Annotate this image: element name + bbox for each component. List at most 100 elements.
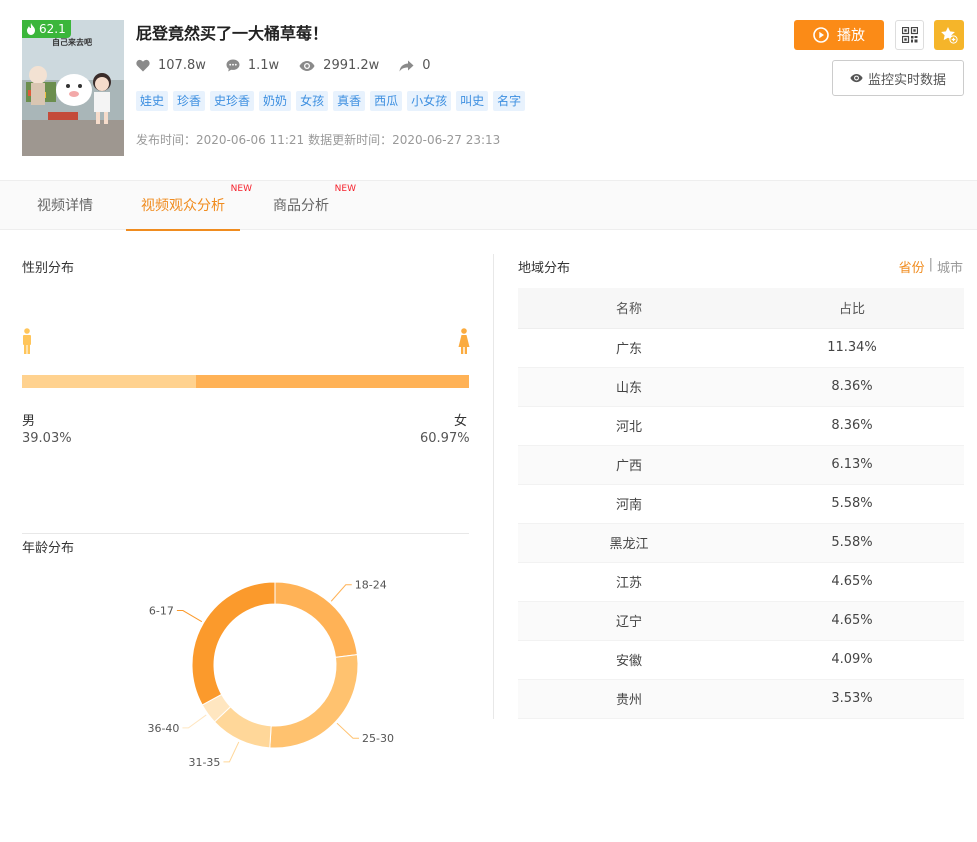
male-icon	[23, 328, 31, 354]
monitor-label: 监控实时数据	[867, 72, 946, 88]
tab-video-detail[interactable]: 视频详情	[22, 181, 108, 231]
video-thumbnail[interactable]: 62.1 自己来去吧	[22, 20, 124, 156]
flame-icon	[27, 23, 35, 35]
donut-label-line	[176, 610, 203, 623]
views-stat: 2991.2w	[299, 58, 379, 73]
views-count: 2991.2w	[323, 58, 380, 73]
male-percent: 39.03%	[22, 431, 72, 446]
tag-item[interactable]: 小女孩	[407, 91, 452, 111]
donut-label-line	[182, 714, 207, 729]
thumbnail-caption: 自己来去吧	[52, 38, 92, 47]
region-name: 黑龙江	[518, 523, 740, 563]
table-row: 广东 11.34%	[518, 328, 964, 368]
star-add-icon	[941, 27, 958, 44]
table-row: 安徽 4.09%	[518, 640, 964, 680]
toggle-separator: |	[928, 257, 933, 272]
shares-count: 0	[422, 58, 431, 73]
donut-label: 31-35	[188, 756, 220, 769]
region-name: 山东	[518, 367, 740, 407]
qr-code-icon	[901, 27, 918, 43]
table-row: 山东 8.36%	[518, 367, 964, 407]
tag-item[interactable]: 奶奶	[259, 91, 292, 111]
video-header: 62.1 自己来去吧 屁登竟然买了一大桶草莓！ 107.8w 1.1w 2991…	[0, 0, 977, 180]
favorite-button[interactable]	[934, 20, 964, 50]
table-row: 江苏 4.65%	[518, 562, 964, 602]
age-section-title: 年龄分布	[22, 541, 75, 556]
toggle-city[interactable]: 城市	[937, 257, 963, 276]
region-name: 贵州	[518, 679, 740, 719]
video-stats: 107.8w 1.1w 2991.2w 0	[136, 58, 431, 73]
region-name: 广东	[518, 328, 740, 368]
qr-code-button[interactable]	[895, 20, 924, 50]
tag-item[interactable]: 珍香	[173, 91, 206, 111]
monitor-realtime-button[interactable]: 监控实时数据	[832, 60, 964, 96]
table-row: 贵州 3.53%	[518, 679, 964, 719]
comments-stat: 1.1w	[226, 58, 279, 73]
table-row: 黑龙江 5.58%	[518, 523, 964, 563]
region-share: 8.36%	[740, 367, 964, 407]
score-badge: 62.1	[22, 20, 71, 38]
region-name: 辽宁	[518, 601, 740, 641]
tab-product-analysis[interactable]: 商品分析 NEW	[258, 181, 356, 231]
comment-icon	[226, 59, 240, 72]
female-icon	[458, 328, 470, 354]
comments-count: 1.1w	[247, 58, 280, 73]
region-share: 8.36%	[740, 406, 964, 446]
tag-list: 娃史 珍香 史珍香 奶奶 女孩 真香 西瓜 小女孩 叫史 名字	[136, 91, 526, 111]
tag-item[interactable]: 真香	[333, 91, 366, 111]
donut-slice-25-30[interactable]	[269, 654, 359, 749]
region-section-title: 地域分布	[518, 261, 571, 276]
publish-info: 发布时间：2020-06-06 11:21 数据更新时间：2020-06-27 2…	[136, 131, 500, 148]
tag-item[interactable]: 史珍香	[210, 91, 255, 111]
table-row: 河北 8.36%	[518, 406, 964, 446]
region-share: 3.53%	[740, 679, 964, 719]
donut-label: 18-24	[355, 579, 387, 592]
heart-icon	[136, 59, 150, 72]
eye-icon	[850, 73, 863, 83]
share-arrow-icon	[399, 60, 414, 71]
table-row: 广西 6.13%	[518, 445, 964, 485]
score-value: 62.1	[39, 22, 66, 36]
column-header-name: 名称	[518, 288, 740, 329]
region-table: 名称 占比 广东 11.34% 山东 8.36% 河北 8.36% 广西 6.13% 河…	[518, 288, 964, 719]
tab-label: 商品分析	[273, 198, 329, 214]
region-share: 11.34%	[740, 328, 964, 368]
region-share: 5.58%	[740, 484, 964, 524]
region-share: 4.09%	[740, 640, 964, 680]
age-donut-chart: 18-24 25-30 31-35 36-40 6-17	[147, 579, 394, 769]
eye-icon	[299, 60, 315, 71]
gender-section-title: 性别分布	[22, 261, 75, 276]
tab-label: 视频详情	[37, 198, 93, 214]
donut-slice-6-17[interactable]	[191, 581, 276, 706]
new-badge: NEW	[334, 184, 356, 194]
donut-label-line	[336, 722, 359, 739]
female-percent: 60.97%	[420, 431, 470, 446]
region-name: 河南	[518, 484, 740, 524]
gender-ratio-bar	[22, 375, 469, 388]
table-row: 辽宁 4.65%	[518, 601, 964, 641]
tab-label: 视频观众分析	[141, 198, 225, 214]
tab-audience-analysis[interactable]: 视频观众分析 NEW	[126, 181, 252, 231]
region-name: 安徽	[518, 640, 740, 680]
new-badge: NEW	[230, 184, 252, 194]
tag-item[interactable]: 名字	[493, 91, 526, 111]
region-share: 4.65%	[740, 601, 964, 641]
tag-item[interactable]: 女孩	[296, 91, 329, 111]
male-bar-segment	[22, 375, 197, 388]
shares-stat: 0	[399, 58, 431, 73]
region-name: 江苏	[518, 562, 740, 602]
tag-item[interactable]: 叫史	[456, 91, 489, 111]
donut-slice-18-24[interactable]	[274, 581, 358, 658]
male-label: 男	[22, 414, 36, 429]
section-divider	[22, 533, 469, 534]
column-divider	[493, 254, 494, 719]
tag-item[interactable]: 娃史	[136, 91, 169, 111]
play-circle-icon	[813, 27, 829, 43]
region-share: 6.13%	[740, 445, 964, 485]
toggle-province[interactable]: 省份	[899, 257, 925, 276]
likes-stat: 107.8w	[136, 58, 206, 73]
play-button[interactable]: 播放	[794, 20, 884, 50]
tag-item[interactable]: 西瓜	[370, 91, 403, 111]
table-row: 河南 5.58%	[518, 484, 964, 524]
female-label: 女	[454, 414, 468, 429]
